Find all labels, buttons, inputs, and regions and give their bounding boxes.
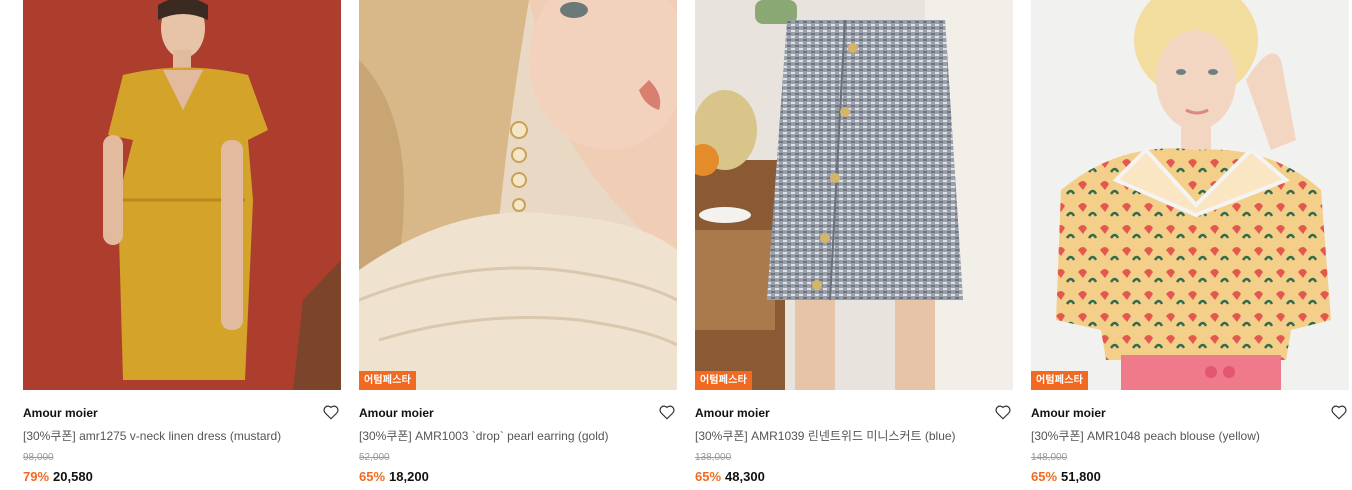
product-image[interactable]: 어텀페스타 [1031, 0, 1349, 390]
product-photo-tweed-skirt [695, 0, 1013, 390]
original-price: 52,000 [359, 452, 390, 463]
heart-outline-icon[interactable] [658, 403, 676, 421]
price-row: 79% 20,580 [23, 468, 341, 485]
product-image[interactable]: 어텀페스타 [695, 0, 1013, 390]
product-title[interactable]: [30%쿠폰] AMR1003 `drop` pearl earring (go… [359, 428, 677, 444]
sale-price: 48,300 [725, 469, 765, 484]
product-card[interactable]: 어텀페스타 Amour moier [30%쿠폰] AMR1003 `drop`… [359, 0, 677, 490]
discount-rate: 65% [695, 469, 722, 484]
brand-name[interactable]: Amour moier [23, 404, 341, 422]
product-card[interactable]: Amour moier [30%쿠폰] amr1275 v-neck linen… [23, 0, 341, 490]
promo-badge: 어텀페스타 [1031, 371, 1088, 390]
brand-name[interactable]: Amour moier [1031, 404, 1349, 422]
price-row: 65% 48,300 [695, 468, 1013, 485]
heart-outline-icon[interactable] [322, 403, 340, 421]
product-grid: Amour moier [30%쿠폰] amr1275 v-neck linen… [0, 0, 1352, 490]
original-price: 138,000 [695, 452, 732, 463]
original-price: 98,000 [23, 452, 54, 463]
product-card[interactable]: 어텀페스타 Amour moier [30%쿠폰] AMR1048 peach … [1031, 0, 1349, 490]
price-row: 65% 18,200 [359, 468, 677, 485]
sale-price: 18,200 [389, 469, 429, 484]
product-image[interactable] [23, 0, 341, 390]
original-price: 148,000 [1031, 452, 1068, 463]
product-photo-pearl-earring [359, 0, 677, 390]
discount-rate: 65% [359, 469, 386, 484]
discount-rate: 79% [23, 469, 50, 484]
product-photo-peach-blouse [1031, 0, 1349, 390]
promo-badge: 어텀페스타 [359, 371, 416, 390]
heart-outline-icon[interactable] [1330, 403, 1348, 421]
brand-name[interactable]: Amour moier [695, 404, 1013, 422]
sale-price: 51,800 [1061, 469, 1101, 484]
product-image[interactable]: 어텀페스타 [359, 0, 677, 390]
product-card[interactable]: 어텀페스타 Amour moier [30%쿠폰] AMR1039 린넨트위드 … [695, 0, 1013, 490]
promo-badge: 어텀페스타 [695, 371, 752, 390]
product-title[interactable]: [30%쿠폰] AMR1039 린넨트위드 미니스커트 (blue) [695, 428, 1013, 444]
product-photo-mustard-dress [23, 0, 341, 390]
brand-name[interactable]: Amour moier [359, 404, 677, 422]
heart-outline-icon[interactable] [994, 403, 1012, 421]
price-row: 65% 51,800 [1031, 468, 1349, 485]
discount-rate: 65% [1031, 469, 1058, 484]
product-title[interactable]: [30%쿠폰] AMR1048 peach blouse (yellow) [1031, 428, 1349, 444]
product-title[interactable]: [30%쿠폰] amr1275 v-neck linen dress (must… [23, 428, 341, 444]
sale-price: 20,580 [53, 469, 93, 484]
